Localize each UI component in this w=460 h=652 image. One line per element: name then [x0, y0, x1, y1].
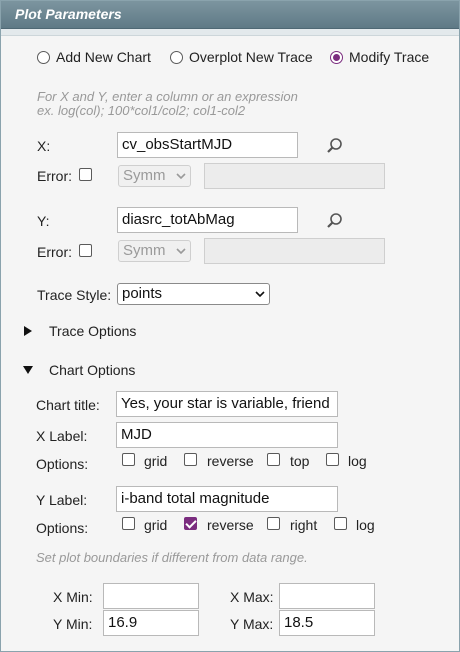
y-reverse-checkbox[interactable] — [184, 517, 197, 530]
y-grid-checkbox[interactable] — [122, 517, 135, 530]
x-axis-label-label: X Label: — [36, 428, 88, 444]
x-max-input[interactable] — [279, 583, 375, 609]
expand-triangle-icon[interactable] — [24, 326, 32, 336]
y-min-label: Y Min: — [53, 616, 93, 632]
y-right-label: right — [290, 517, 318, 533]
boundaries-hint: Set plot boundaries if different from da… — [36, 550, 308, 565]
y-grid-label: grid — [144, 517, 168, 533]
radio-overplot-new-trace[interactable] — [170, 51, 183, 64]
chevron-down-icon — [255, 291, 265, 298]
x-top-checkbox[interactable] — [267, 453, 280, 466]
title-strip — [1, 29, 459, 36]
y-options-label: Options: — [36, 520, 89, 536]
chevron-down-icon — [176, 248, 186, 255]
x-reverse-checkbox[interactable] — [184, 453, 197, 466]
y-max-label: Y Max: — [230, 616, 274, 632]
y-max-input[interactable]: 18.5 — [279, 610, 375, 636]
chart-title-input[interactable]: Yes, your star is variable, friend — [116, 391, 338, 417]
title-bar: Plot Parameters — [1, 1, 459, 29]
chevron-down-icon — [176, 173, 186, 180]
y-error-type-select[interactable]: Symm — [118, 240, 191, 262]
y-label: Y: — [37, 213, 50, 229]
x-max-label: X Max: — [230, 589, 274, 605]
y-error-label: Error: — [37, 244, 72, 260]
x-search-icon[interactable] — [326, 137, 344, 155]
x-min-label: X Min: — [53, 589, 93, 605]
x-log-checkbox[interactable] — [326, 453, 339, 466]
x-options-label: Options: — [36, 456, 89, 472]
x-top-label: top — [290, 453, 310, 469]
y-search-icon[interactable] — [326, 212, 344, 230]
y-min-input[interactable]: 16.9 — [103, 610, 199, 636]
x-grid-checkbox[interactable] — [122, 453, 135, 466]
radio-label-modify-trace[interactable]: Modify Trace — [349, 49, 429, 65]
x-error-type-select[interactable]: Symm — [118, 165, 191, 187]
trace-options-toggle[interactable]: Trace Options — [49, 323, 136, 339]
x-error-checkbox[interactable] — [79, 168, 92, 181]
y-error-type-value: Symm — [123, 242, 166, 259]
radio-add-new-chart[interactable] — [37, 51, 50, 64]
x-label: X: — [37, 138, 51, 154]
y-error-checkbox[interactable] — [79, 244, 92, 257]
x-grid-label: grid — [144, 453, 168, 469]
x-axis-label-input[interactable]: MJD — [116, 422, 338, 448]
y-axis-label-input[interactable]: i-band total magnitude — [116, 486, 338, 512]
y-reverse-label: reverse — [207, 517, 254, 533]
panel-title: Plot Parameters — [15, 6, 122, 22]
radio-modify-trace[interactable] — [330, 51, 343, 64]
y-log-label: log — [356, 517, 375, 533]
y-column-input[interactable]: diasrc_totAbMag — [117, 207, 298, 233]
x-error-input[interactable] — [204, 163, 385, 189]
trace-style-select[interactable]: points — [117, 283, 270, 305]
chart-options-toggle[interactable]: Chart Options — [49, 362, 135, 378]
trace-style-value: points — [122, 285, 163, 302]
expression-hint-line2: ex. log(col); 100*col1/col2; col1-col2 — [37, 103, 246, 118]
y-log-checkbox[interactable] — [334, 517, 347, 530]
y-right-checkbox[interactable] — [267, 517, 280, 530]
expression-hint-line1: For X and Y, enter a column or an expres… — [37, 89, 298, 104]
x-log-label: log — [348, 453, 367, 469]
radio-label-overplot-new-trace[interactable]: Overplot New Trace — [189, 49, 313, 65]
trace-style-label: Trace Style: — [37, 287, 112, 303]
x-error-type-value: Symm — [123, 167, 166, 184]
x-min-input[interactable] — [103, 583, 199, 609]
x-reverse-label: reverse — [207, 453, 254, 469]
collapse-triangle-icon[interactable] — [23, 366, 33, 374]
y-error-input[interactable] — [204, 238, 385, 264]
x-error-label: Error: — [37, 168, 72, 184]
chart-title-label: Chart title: — [36, 397, 100, 413]
radio-label-add-new-chart[interactable]: Add New Chart — [56, 49, 151, 65]
x-column-input[interactable]: cv_obsStartMJD — [117, 132, 298, 158]
plot-parameters-panel: Plot Parameters Add New Chart Overplot N… — [0, 0, 460, 652]
y-axis-label-label: Y Label: — [36, 492, 88, 508]
